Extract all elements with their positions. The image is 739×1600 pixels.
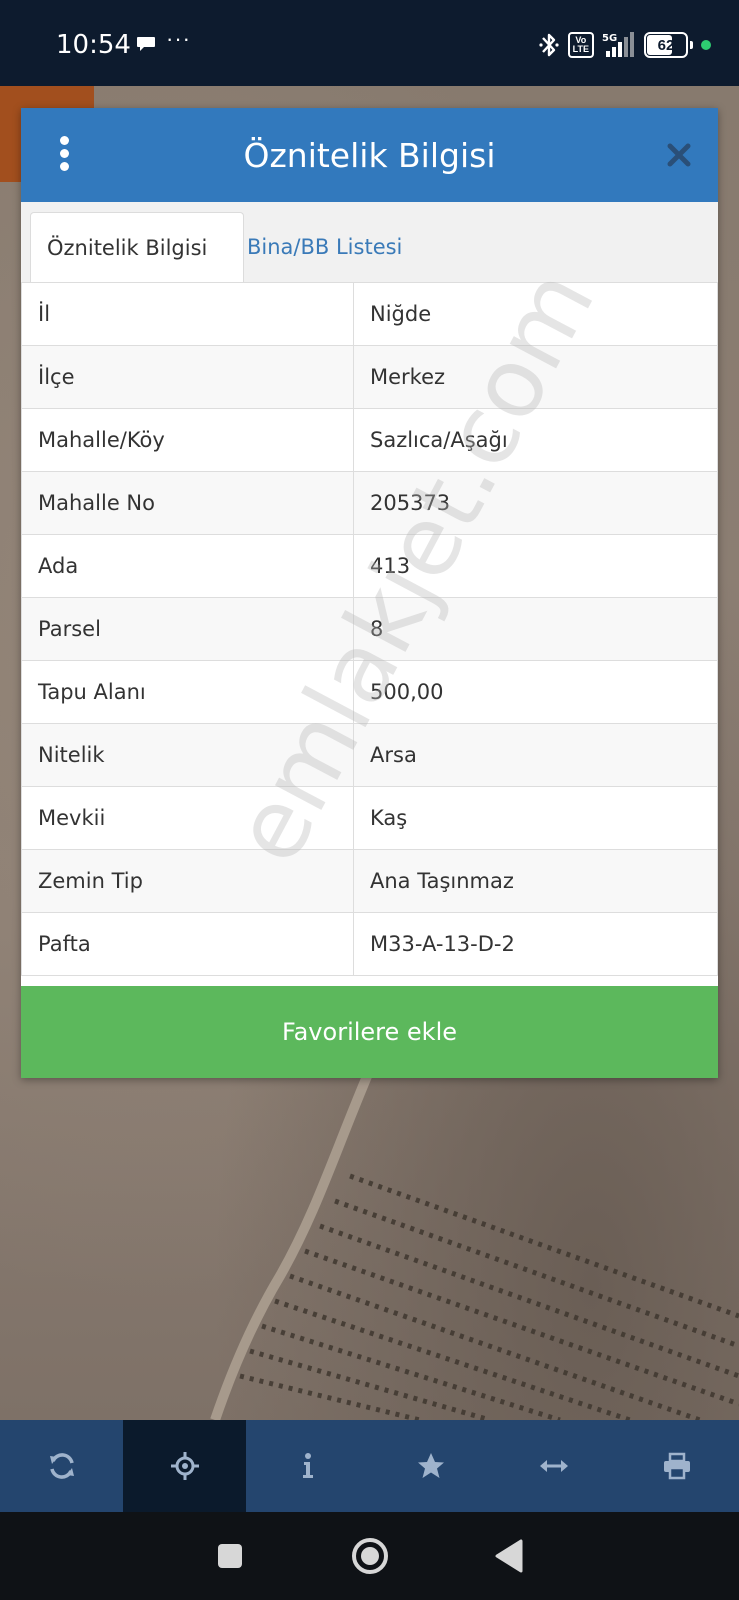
status-icons: Vo LTE 5G 62 — [538, 30, 711, 60]
attribute-key: Parsel — [21, 597, 354, 661]
dialog-header: Öznitelik Bilgisi — [21, 108, 718, 202]
attribute-value: Merkez — [353, 345, 718, 409]
attribute-value: 205373 — [353, 471, 718, 535]
attribute-key: Nitelik — [21, 723, 354, 787]
attribute-value: Niğde — [353, 282, 718, 346]
attribute-table: İl Niğde İlçe Merkez Mahalle/Köy Sazlıca/Aş… — [21, 282, 718, 976]
signal-icon: 5G — [602, 32, 634, 57]
attribute-key: Zemin Tip — [21, 849, 354, 913]
dialog-title: Öznitelik Bilgisi — [243, 136, 496, 175]
locate-button[interactable] — [123, 1420, 247, 1512]
attribute-value: 8 — [353, 597, 718, 661]
table-row: Mevkii Kaş — [21, 786, 718, 850]
attribute-value: M33-A-13-D-2 — [353, 912, 718, 976]
table-row: Mahalle No 205373 — [21, 471, 718, 535]
bottom-toolbar — [0, 1420, 739, 1512]
attribute-value: Arsa — [353, 723, 718, 787]
print-icon — [664, 1452, 691, 1480]
attribute-key: Mahalle No — [21, 471, 354, 535]
network-type-label: 5G — [602, 33, 617, 44]
battery-cap — [690, 41, 693, 49]
favorites-button[interactable] — [369, 1420, 492, 1512]
refresh-button[interactable] — [0, 1420, 123, 1512]
add-to-favorites-button[interactable]: Favorilere ekle — [21, 986, 718, 1078]
back-icon — [495, 1539, 522, 1573]
locate-icon — [170, 1452, 199, 1480]
more-notifications: ··· — [166, 26, 191, 51]
home-icon — [351, 1538, 388, 1574]
print-button[interactable] — [616, 1420, 739, 1512]
attribute-key: Mahalle/Köy — [21, 408, 354, 472]
table-row: Zemin Tip Ana Taşınmaz — [21, 849, 718, 913]
battery-level: 62 — [657, 36, 675, 54]
tab-attribute-info[interactable]: Öznitelik Bilgisi — [30, 212, 244, 285]
attribute-value: 500,00 — [353, 660, 718, 724]
attribute-key: Ada — [21, 534, 354, 598]
privacy-indicator-dot — [701, 40, 711, 50]
attribute-key: Pafta — [21, 912, 354, 976]
close-icon[interactable] — [666, 142, 692, 168]
table-row: Nitelik Arsa — [21, 723, 718, 787]
attribute-key: Mevkii — [21, 786, 354, 850]
bluetooth-icon — [539, 33, 559, 57]
attribute-value: Ana Taşınmaz — [353, 849, 718, 913]
table-row: Ada 413 — [21, 534, 718, 598]
status-time: 10:54 — [56, 30, 131, 60]
measure-button[interactable] — [493, 1420, 616, 1512]
table-row: Mahalle/Köy Sazlıca/Aşağı — [21, 408, 718, 472]
message-icon — [137, 37, 155, 51]
star-icon — [418, 1453, 445, 1478]
measure-icon — [540, 1460, 569, 1472]
info-button[interactable] — [246, 1420, 369, 1512]
volte-label-bottom: LTE — [572, 44, 589, 54]
table-row: Pafta M33-A-13-D-2 — [21, 912, 718, 976]
attribute-value: 413 — [353, 534, 718, 598]
attribute-key: İlçe — [21, 345, 354, 409]
table-row: Parsel 8 — [21, 597, 718, 661]
table-row: İlçe Merkez — [21, 345, 718, 409]
volte-badge: Vo LTE — [567, 32, 594, 58]
refresh-icon — [49, 1453, 74, 1479]
recents-button[interactable] — [210, 1536, 250, 1576]
system-navigation-bar — [0, 1512, 739, 1600]
attribute-key: İl — [21, 282, 354, 346]
attribute-value: Kaş — [353, 786, 718, 850]
recents-icon — [217, 1544, 242, 1568]
tab-building-list[interactable]: Bina/BB Listesi — [231, 212, 418, 282]
home-button[interactable] — [350, 1536, 390, 1576]
battery-icon: 62 — [644, 32, 688, 58]
back-button[interactable] — [490, 1536, 530, 1576]
table-row: Tapu Alanı 500,00 — [21, 660, 718, 724]
attribute-key: Tapu Alanı — [21, 660, 354, 724]
attribute-dialog: Öznitelik Bilgisi Öznitelik Bilgisi Bina… — [21, 108, 718, 1078]
status-bar: 10:54 ··· Vo LTE 5G 62 — [0, 0, 739, 86]
info-icon — [302, 1453, 313, 1478]
attribute-value: Sazlıca/Aşağı — [353, 408, 718, 472]
tab-bar: Öznitelik Bilgisi Bina/BB Listesi — [21, 202, 718, 285]
table-row: İl Niğde — [21, 282, 718, 346]
